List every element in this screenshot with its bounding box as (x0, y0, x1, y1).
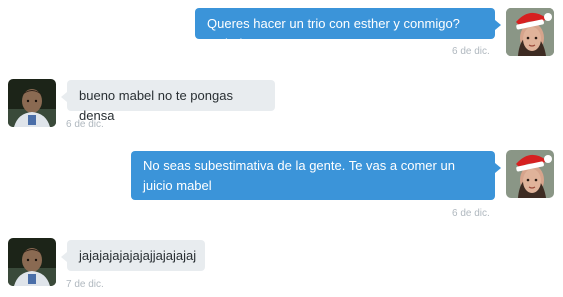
message-timestamp: 7 de dic. (66, 279, 104, 290)
contact-avatar-icon[interactable] (8, 79, 56, 127)
user-avatar-santa-hat-icon[interactable] (506, 150, 554, 198)
user-avatar-santa-hat-icon[interactable] (506, 8, 554, 56)
message-timestamp: 6 de dic. (452, 208, 490, 219)
message-bubble-received[interactable]: bueno mabel no te pongas densa (61, 80, 275, 123)
message-bubble-received[interactable]: jajajajajajajajjajajajaj (61, 240, 205, 271)
message-bubble-sent[interactable]: No seas subestimativa de la gente. Te va… (131, 151, 501, 200)
message-text: Queres hacer un trio con esther y conmig… (207, 16, 460, 51)
contact-avatar-icon[interactable] (8, 238, 56, 286)
message-bubble-sent[interactable]: Queres hacer un trio con esther y conmig… (195, 8, 501, 51)
message-text: No seas subestimativa de la gente. Te va… (143, 158, 455, 193)
message-text: bueno mabel no te pongas densa (79, 88, 233, 123)
message-timestamp: 6 de dic. (66, 119, 104, 130)
dm-conversation: Queres hacer un trio con esther y conmig… (0, 0, 563, 297)
message-timestamp: 6 de dic. (452, 46, 490, 57)
message-text: jajajajajajajajjajajajaj (79, 248, 197, 263)
